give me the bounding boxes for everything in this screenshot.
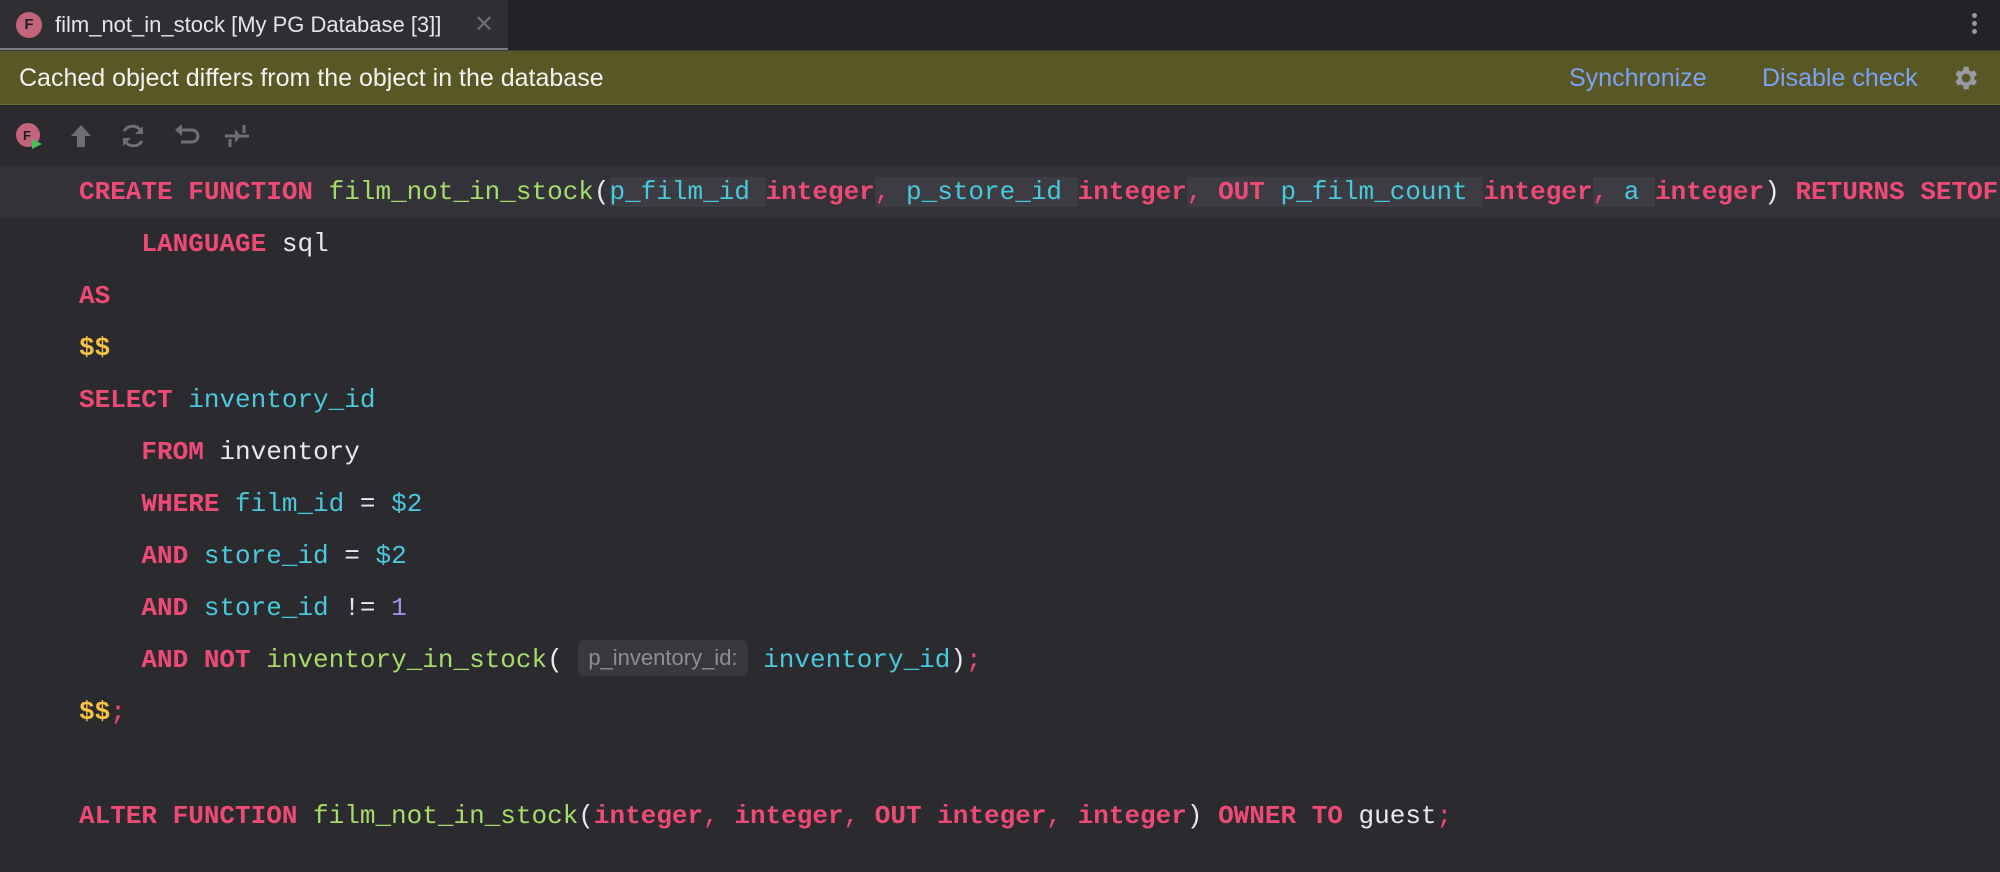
undo-icon[interactable] [171,121,201,151]
code-line-6: FROM inventory [141,437,360,467]
parameter-hint: p_inventory_id: [578,640,748,676]
code-line-4: $$ [79,333,111,363]
code-editor[interactable]: CREATE FUNCTION film_not_in_stock(p_film… [0,166,2000,872]
code-line-8: AND store_id = $2 [141,541,407,571]
code-line-2: LANGUAGE sql [141,229,329,259]
gear-icon[interactable] [1950,63,1980,93]
upload-icon[interactable] [66,121,96,151]
refresh-icon[interactable] [118,121,148,151]
banner-message: Cached object differs from the object in… [19,64,604,92]
function-icon: F [16,12,42,38]
code-line-3: AS [79,281,111,311]
code-line-10: AND NOT inventory_in_stock( p_inventory_… [0,634,2000,686]
tab-film-not-in-stock[interactable]: F film_not_in_stock [My PG Database [3]]… [0,0,508,50]
synchronize-link[interactable]: Synchronize [1569,64,1707,93]
notification-banner: Cached object differs from the object in… [0,51,2000,105]
editor-toolbar: F [0,110,2000,160]
close-icon[interactable]: ✕ [474,10,494,39]
code-line-11: $$; [79,697,126,727]
compare-icon[interactable] [222,121,252,151]
disable-check-link[interactable]: Disable check [1762,64,1918,93]
execute-function-icon[interactable]: F [14,121,44,151]
code-line-1: CREATE FUNCTION film_not_in_stock(p_film… [0,166,2000,218]
code-line-7: WHERE film_id = $2 [141,489,423,519]
code-line-5: SELECT inventory_id [79,385,376,415]
code-line-9: AND store_id != 1 [141,593,407,623]
code-line-13: ALTER FUNCTION film_not_in_stock(integer… [79,801,1453,831]
tab-title: film_not_in_stock [My PG Database [3]] [55,12,442,37]
more-options-icon[interactable] [1969,10,1979,40]
svg-text:F: F [23,128,31,143]
editor-tab-bar: F film_not_in_stock [My PG Database [3]]… [0,0,2000,51]
